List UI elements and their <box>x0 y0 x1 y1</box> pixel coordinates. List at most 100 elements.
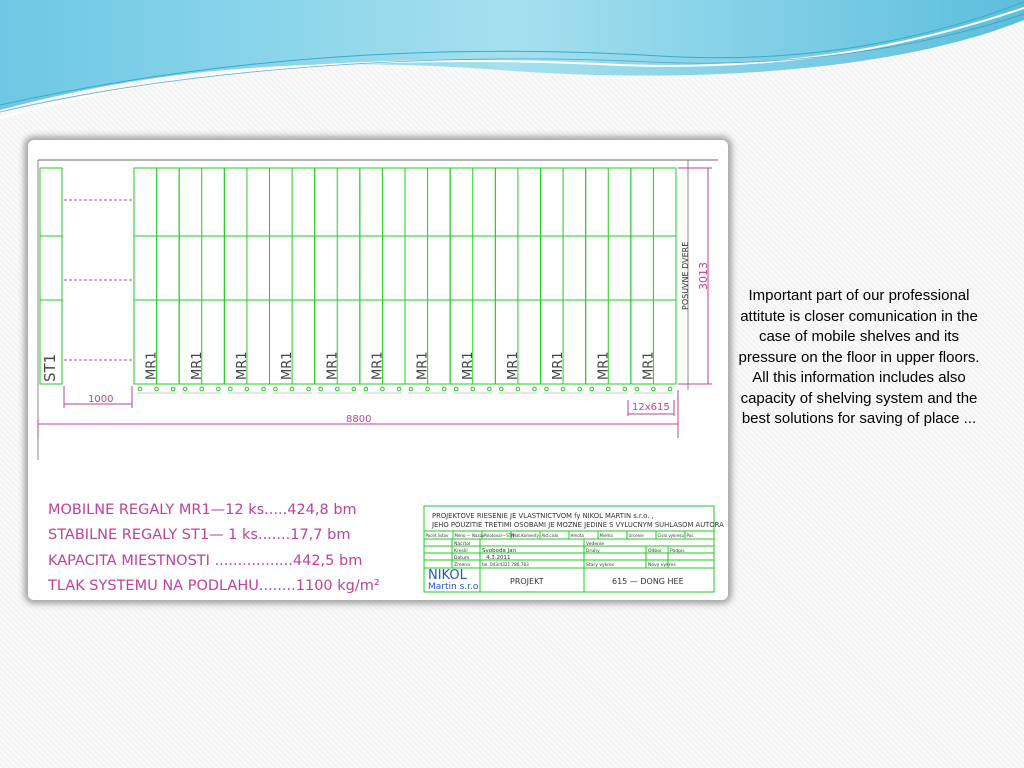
misc-druhy: Druhy <box>586 548 600 554</box>
mobile-shelf-label: MR1 <box>370 351 385 380</box>
title-notice-1: PROJEKTOVE RIESENIE JE VLASTNICTVOM fy N… <box>432 512 654 520</box>
stable-shelf-st1: ST1 <box>39 167 63 385</box>
floor-plan-drawing: ST1 MR1 MR1 MR1 MR1 MR1 MR1 MR1 MR1 MR1 MR1 MR1 MR1… <box>37 159 724 594</box>
kreslil-value: Svoboda Jan <box>482 548 517 554</box>
mobile-shelf-unit: MR1 <box>269 167 316 394</box>
gap-dimension-label: 1000 <box>88 394 113 405</box>
mobile-shelf-label: MR1 <box>235 351 250 380</box>
wheel-marker <box>560 386 566 392</box>
misc-podpis: Podpis <box>670 548 685 554</box>
mobile-shelf-unit: MR1 <box>449 167 496 394</box>
header-cell-label: Pocet listov <box>426 533 450 538</box>
project-label: PROJEKT <box>510 577 544 586</box>
wheel-marker <box>441 386 447 392</box>
mobile-shelf-unit: MR1 <box>359 167 406 394</box>
mobile-shelf-label: MR1 <box>190 351 205 380</box>
header-cell-label: Urcenie <box>629 533 645 538</box>
wheel-marker <box>334 386 340 392</box>
wheel-marker <box>228 386 233 392</box>
wheel-marker <box>577 386 582 392</box>
height-dimension-label: 3013 <box>697 262 710 290</box>
wheel-marker <box>651 386 656 392</box>
summary-mobile: MOBILNE REGALY MR1—12 ks.....424,8 bm <box>48 502 357 518</box>
mobile-shelf-unit: MR1 <box>585 167 632 394</box>
misc-odbor: Odbor <box>648 548 662 554</box>
mobile-shelf-unit: MR1 <box>404 167 451 394</box>
mobile-shelf-label: MR1 <box>280 351 295 380</box>
mobile-shelf-unit: MR1 <box>223 167 270 394</box>
wheel-marker <box>261 386 266 392</box>
label-datum: Datum <box>454 555 469 561</box>
caption-text: Important part of our professional attit… <box>738 287 980 427</box>
phone-value: tel. 043/4321 786,783 <box>482 562 529 567</box>
wheel-marker <box>515 386 521 392</box>
mobile-shelf-label: MR1 <box>416 351 431 380</box>
wheel-marker <box>182 386 188 392</box>
mobile-shelf-label: MR1 <box>641 351 656 380</box>
summary-capacity: KAPACITA MIESTNOSTI .................442… <box>48 553 362 569</box>
mobile-shelf-unit: MR1 <box>630 167 677 394</box>
summary-block: MOBILNE REGALY MR1—12 ks.....424,8 bm ST… <box>47 502 380 594</box>
drawing-frame: ST1 MR1 MR1 MR1 MR1 MR1 MR1 MR1 MR1 MR1 MR1 MR1 MR1… <box>28 140 728 600</box>
title-block: PROJEKTOVE RIESENIE JE VLASTNICTVOM fy N… <box>423 505 724 593</box>
wheel-marker <box>499 386 504 392</box>
label-kreslil: Kreslil <box>454 548 468 554</box>
misc-stary: Stary vykres <box>586 562 615 568</box>
mobile-shelf-label: MR1 <box>325 351 340 380</box>
wheel-marker <box>425 386 430 392</box>
mobile-shelf-unit: MR1 <box>133 167 180 394</box>
wheel-marker <box>363 386 369 392</box>
wheel-marker <box>137 386 143 392</box>
room-outline <box>37 159 718 460</box>
mobile-shelf-label: MR1 <box>551 351 566 380</box>
aisle-markers <box>64 199 132 361</box>
mobile-shelf-unit: MR1 <box>314 167 361 394</box>
header-cell-label: Mierka <box>600 533 614 538</box>
wheel-marker <box>622 386 628 392</box>
mobile-shelf-unit: MR1 <box>540 167 587 394</box>
wheel-marker <box>199 386 205 392</box>
wheel-marker <box>532 386 537 392</box>
wheel-marker <box>544 386 549 392</box>
unit-dimension-label: 12x615 <box>632 402 670 413</box>
mobile-shelf-label: MR1 <box>461 351 476 380</box>
title-block-header-row: Pocet listov Meno — Nazov Polotovar—STNMat… <box>426 531 694 539</box>
misc-novy: Novy vykres <box>648 562 676 568</box>
stable-shelf-label: ST1 <box>41 354 59 382</box>
wheel-marker <box>216 386 221 392</box>
wheel-marker <box>244 386 250 392</box>
header-cell-label: Akt.cislo <box>542 533 559 538</box>
decorative-wave-header <box>0 0 1024 119</box>
wheel-marker <box>154 386 159 392</box>
mobile-shelf-unit: MR1 <box>178 167 225 394</box>
wheel-marker <box>289 386 295 392</box>
mobile-shelf-label: MR1 <box>506 351 521 380</box>
project-code: 615 — DONG HEE <box>612 577 684 586</box>
header-cell-label: Hmota <box>571 533 585 538</box>
mobile-shelf-label: MR1 <box>596 351 611 380</box>
title-notice-2: JEHO POUZITIE TRETIMI OSOBAMI JE MOZNE J… <box>431 521 724 529</box>
label-nacrtol: Nacrtol <box>454 541 470 547</box>
wheel-marker <box>605 386 611 392</box>
wheel-marker <box>273 386 278 392</box>
mobile-shelf-label: MR1 <box>145 351 160 380</box>
header-cell-label: Cislo vykresu <box>658 533 685 538</box>
wheel-marker <box>306 386 311 392</box>
summary-stable: STABILNE REGALY ST1— 1 ks.......17,7 bm <box>48 527 350 543</box>
wheel-marker <box>351 386 357 392</box>
wheel-marker <box>396 386 402 392</box>
wheel-marker <box>634 386 640 392</box>
header-cell-label: Mat.Komenty <box>513 533 540 538</box>
summary-pressure: TLAK SYSTEMU NA PODLAHU........1100 kg/m… <box>47 578 380 594</box>
datum-value: 4.3.2011 <box>486 555 511 561</box>
wheel-marker <box>667 386 673 392</box>
header-cell-label: Pos <box>687 533 694 538</box>
misc-vedenie: Vedenie <box>586 541 604 547</box>
mobile-shelves: MR1 MR1 MR1 MR1 MR1 MR1 MR1 MR1 MR1 MR1 MR1 MR1 <box>133 167 677 394</box>
wheel-marker <box>380 386 385 392</box>
wheel-marker <box>408 386 414 392</box>
wheel-marker <box>318 386 323 392</box>
wheel-marker <box>487 386 492 392</box>
total-dimension-label: 8800 <box>346 414 371 425</box>
header-cell-label: Polotovar—STN <box>484 533 515 538</box>
